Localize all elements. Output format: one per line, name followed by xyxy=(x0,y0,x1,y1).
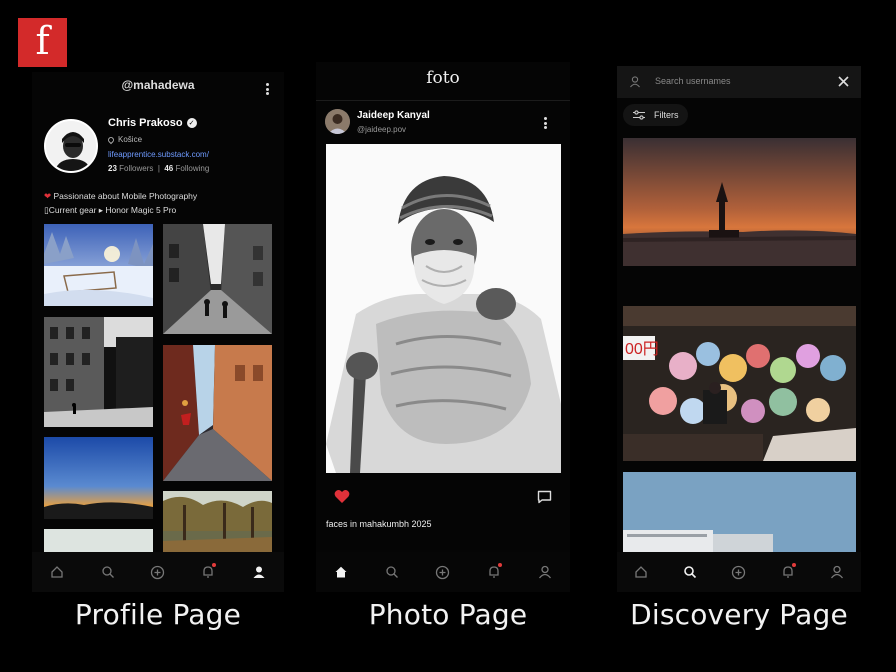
bottom-tab-bar xyxy=(617,552,861,592)
profile-handle: @mahadewa xyxy=(121,78,195,92)
bio-line-1: Passionate about Mobile Photography xyxy=(53,191,198,201)
comment-icon xyxy=(537,490,552,504)
home-icon xyxy=(635,566,648,578)
notification-badge xyxy=(212,563,217,567)
grid-photo-snow-park[interactable] xyxy=(44,224,153,306)
search-bar[interactable]: Search usernames xyxy=(617,66,861,98)
grid-photo-sunset-sky[interactable] xyxy=(44,437,153,519)
post-author-name[interactable]: Jaideep Kanyal xyxy=(357,110,430,121)
profile-location-text: Košice xyxy=(118,135,143,144)
location-pin-icon xyxy=(106,135,116,144)
tab-home[interactable] xyxy=(47,562,67,582)
add-icon xyxy=(151,565,165,579)
tab-home[interactable] xyxy=(631,562,651,582)
profile-link[interactable]: lifeapprentice.substack.com/ xyxy=(108,150,209,159)
comment-button[interactable] xyxy=(537,490,553,506)
tab-notifications[interactable] xyxy=(778,562,798,582)
user-search-icon xyxy=(630,76,640,88)
search-icon xyxy=(101,566,114,578)
tab-profile[interactable] xyxy=(249,562,269,582)
tab-add[interactable] xyxy=(148,562,168,582)
more-options-icon[interactable] xyxy=(260,81,274,97)
close-icon xyxy=(838,76,849,87)
post-photo[interactable] xyxy=(326,144,561,473)
heart-filled-icon xyxy=(334,489,350,503)
avatar[interactable] xyxy=(44,119,98,173)
tab-notifications[interactable] xyxy=(198,562,218,582)
photo-screen: foto Jaideep Kanyal @jaideep.pov faces i… xyxy=(316,62,570,592)
discovery-photo-building[interactable] xyxy=(623,472,856,552)
svg-text:00円: 00円 xyxy=(625,341,659,358)
home-icon xyxy=(51,566,63,578)
add-icon xyxy=(436,565,450,579)
profile-icon xyxy=(830,565,843,579)
grid-photo-partial[interactable] xyxy=(44,529,153,553)
notification-badge xyxy=(497,563,502,567)
heart-emoji-icon: ❤ xyxy=(44,191,52,201)
profile-name-text: Chris Prakoso xyxy=(108,117,183,129)
followers-label[interactable]: Followers xyxy=(119,164,153,173)
like-button[interactable] xyxy=(334,489,350,505)
caption-photo-page: Photo Page xyxy=(368,598,528,631)
filters-button[interactable]: Filters xyxy=(623,104,688,126)
caption-discovery-page: Discovery Page xyxy=(630,598,848,631)
tab-add[interactable] xyxy=(729,562,749,582)
bottom-tab-bar xyxy=(32,552,284,592)
add-icon xyxy=(732,565,746,579)
tab-notifications[interactable] xyxy=(484,562,504,582)
search-input[interactable]: Search usernames xyxy=(655,76,731,86)
filters-icon xyxy=(633,110,645,120)
tab-search[interactable] xyxy=(98,562,118,582)
following-count[interactable]: 46 xyxy=(164,164,173,173)
filters-label[interactable]: Filters xyxy=(654,110,679,120)
notifications-icon xyxy=(783,566,793,578)
followers-count[interactable]: 23 xyxy=(108,164,117,173)
follow-stats: 23 Followers | 46 Following xyxy=(108,164,210,173)
grid-photo-alley-color[interactable] xyxy=(163,345,272,481)
logo-letter: f xyxy=(35,18,50,63)
tab-home[interactable] xyxy=(331,562,351,582)
profile-icon xyxy=(538,565,551,579)
profile-name: Chris Prakoso ✓ xyxy=(108,117,197,129)
home-icon xyxy=(335,566,347,578)
discovery-photo-tower-sunset[interactable] xyxy=(623,138,856,266)
following-label[interactable]: Following xyxy=(175,164,209,173)
profile-screen: @mahadewa Chris Prakoso ✓ Košice lifeapp… xyxy=(32,72,284,592)
app-logo: f xyxy=(18,18,67,67)
grid-photo-street-bw[interactable] xyxy=(163,224,272,334)
search-icon xyxy=(386,566,399,578)
caption-profile-page: Profile Page xyxy=(74,598,242,631)
discovery-photo-fan-shop[interactable]: 00円 xyxy=(623,306,856,461)
notifications-icon xyxy=(489,566,499,578)
grid-photo-buildings-bw[interactable] xyxy=(44,317,153,427)
profile-bio: ❤ Passionate about Mobile Photography ▯C… xyxy=(44,189,197,217)
tab-add[interactable] xyxy=(433,562,453,582)
post-more-options-icon[interactable] xyxy=(538,115,552,131)
header-divider xyxy=(316,100,570,101)
tab-profile[interactable] xyxy=(535,562,555,582)
tab-search[interactable] xyxy=(680,562,700,582)
grid-photo-autumn-trees[interactable] xyxy=(163,491,272,553)
bio-line-2: Current gear ▸ Honor Magic 5 Pro xyxy=(48,205,177,215)
app-brand-title: foto xyxy=(426,68,460,88)
notification-badge xyxy=(791,563,796,567)
notifications-icon xyxy=(203,566,214,578)
search-icon xyxy=(684,566,697,579)
tab-search[interactable] xyxy=(382,562,402,582)
tab-profile[interactable] xyxy=(827,562,847,582)
discovery-screen: Search usernames Filters 00円 xyxy=(617,66,861,592)
profile-icon xyxy=(253,566,265,578)
post-author-handle[interactable]: @jaideep.pov xyxy=(357,125,406,134)
verified-badge-icon: ✓ xyxy=(186,118,197,128)
post-author-avatar[interactable] xyxy=(325,109,350,134)
profile-location: Košice xyxy=(106,135,143,144)
bottom-tab-bar xyxy=(316,552,570,592)
post-caption: faces in mahakumbh 2025 xyxy=(326,519,432,529)
